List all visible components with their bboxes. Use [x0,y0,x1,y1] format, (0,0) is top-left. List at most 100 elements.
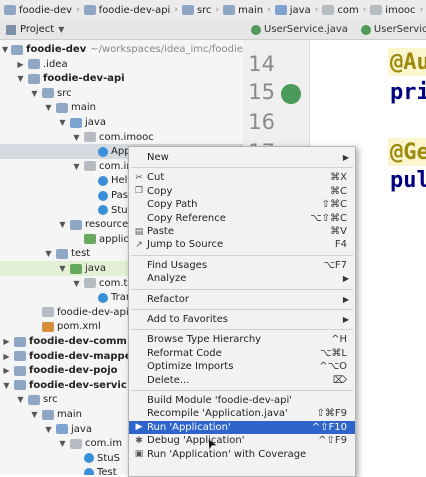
breadcrumb-item[interactable]: foodie-dev [0,5,76,16]
tree-item-label: foodie-dev-comm [29,336,127,347]
tree-item-label: com.imooc [99,131,154,143]
module-icon [14,380,26,391]
menu-item-paste[interactable]: ▤ Paste ⌘V [129,225,355,238]
expand-arrow-icon[interactable]: ▼ [16,74,25,83]
menu-item-debug-application[interactable]: ✱ Debug 'Application' ^⇧F9 [129,434,355,447]
package-icon [84,161,96,172]
menu-separator [131,167,353,169]
menu-item-label: Copy [147,185,173,197]
chevron-down-icon[interactable]: ▼ [58,25,64,34]
menu-item-copy-path[interactable]: Copy Path ⇧⌘C [129,198,355,211]
expand-arrow-icon[interactable]: ▼ [72,162,81,171]
editor-tab[interactable]: UserService.java [243,24,353,35]
menu-item-find-usages[interactable]: Find Usages ⌥F7 [129,259,355,272]
tree-item-label: src [57,87,72,99]
line-number: 14 [248,52,275,76]
folder-icon [322,5,335,15]
tree-item[interactable]: ▼ main [0,100,243,115]
expand-arrow-icon[interactable]: ▼ [58,118,67,127]
tree-item[interactable]: ▼ java [0,115,243,130]
tree-item-label: java [85,263,106,274]
menu-item-analyze[interactable]: Analyze ▶ [129,272,355,285]
menu-item-build-module-foodie-dev-api[interactable]: Build Module 'foodie-dev-api' [129,394,355,407]
menu-item-label: Cut [147,172,165,184]
collapse-arrow-icon[interactable]: ▶ [16,60,25,69]
collapse-arrow-icon[interactable]: ▶ [2,366,11,375]
editor-tab[interactable]: UserServiceImpl.ja [353,24,426,35]
menu-item-browse-type-hierarchy[interactable]: Browse Type Hierarchy ^H [129,333,355,346]
expand-arrow-icon[interactable]: ▼ [44,249,53,258]
expand-arrow-icon[interactable]: ▼ [16,395,25,404]
breadcrumb-label: foodie-dev-api [98,4,171,16]
menu-item-jump-to-source[interactable]: ↗ Jump to Source F4 [129,238,355,251]
menu-item-add-to-favorites[interactable]: Add to Favorites ▶ [129,313,355,326]
tree-item-label: .idea [43,58,68,70]
project-panel-title[interactable]: Project [20,24,54,35]
menu-item-label: Delete... [147,374,190,386]
menu-item-recompile-application-java[interactable]: Recompile 'Application.java' ⇧⌘F9 [129,407,355,420]
code-line: pul [390,168,426,193]
menu-item-copy-reference[interactable]: Copy Reference ⌥⇧⌘C [129,212,355,225]
breadcrumb-label: main [238,4,264,16]
menu-item-cut[interactable]: ✂ Cut ⌘X [129,171,355,184]
tree-item-label: java [71,423,92,435]
expand-arrow-icon[interactable]: ▼ [2,381,11,390]
code-line: pri [390,80,426,105]
menu-item-refactor[interactable]: Refactor ▶ [129,293,355,306]
menu-item-label: Add to Favorites [147,314,228,325]
scissors-icon: ✂ [135,172,143,183]
folder-icon [83,5,96,15]
menu-item-optimize-imports[interactable]: Optimize Imports ^⌥O [129,360,355,373]
expand-arrow-icon[interactable]: ▼ [58,439,67,448]
folder-icon [223,5,236,15]
folder-icon [28,59,40,70]
tree-item-label: com.im [85,438,123,450]
resource-icon [84,234,96,245]
menu-item-shortcut: ⌦ [332,374,347,386]
expand-arrow-icon[interactable]: ▼ [44,425,53,434]
menu-item-run-application-with-coverage[interactable]: ▣ Run 'Application' with Coverage [129,448,355,461]
breadcrumb-label: java [289,4,311,16]
run-gutter-icon[interactable] [281,84,301,104]
collapse-arrow-icon[interactable]: ▶ [2,352,11,361]
collapse-arrow-icon[interactable]: ▶ [2,337,11,346]
folder-icon [70,219,82,230]
expand-arrow-icon[interactable]: ▼ [44,103,53,112]
expand-arrow-icon[interactable]: ▼ [2,45,8,54]
tree-item[interactable]: ▼ src [0,86,243,101]
menu-item-delete[interactable]: Delete... ⌦ [129,374,355,387]
menu-item-new[interactable]: New ▶ [129,151,355,164]
menu-item-shortcut: ⇧⌘C [321,199,347,211]
expand-arrow-icon[interactable]: ▼ [30,89,39,98]
project-panel-header: Project ▼ [0,20,243,40]
menu-item-shortcut: ⌘C [330,185,347,197]
tree-item-label: StuS [97,452,120,464]
expand-arrow-icon[interactable]: ▼ [72,133,81,142]
expand-arrow-icon[interactable]: ▼ [58,264,67,273]
tree-item[interactable]: ▼ foodie-dev~/workspaces/idea_imc/foodie-… [0,42,243,57]
expand-arrow-icon[interactable]: ▼ [72,279,81,288]
tree-item-label: main [71,102,96,114]
expand-arrow-icon[interactable]: ▼ [30,410,39,419]
menu-item-copy[interactable]: ❐ Copy ⌘C [129,185,355,198]
tree-item[interactable]: ▶ .idea [0,57,243,72]
module-icon [14,351,26,362]
breadcrumb-item[interactable]: imooc [366,5,419,16]
menu-item-label: Optimize Imports [147,361,234,373]
class-icon [98,292,108,303]
breadcrumb-item[interactable]: com [318,5,362,16]
menu-item-shortcut: ⌘X [330,172,347,184]
breadcrumb-item[interactable]: main [219,5,267,16]
submenu-arrow-icon: ▶ [342,153,349,162]
expand-arrow-icon[interactable]: ▼ [58,220,67,229]
tree-item[interactable]: ▼ foodie-dev-api [0,71,243,86]
menu-item-run-application[interactable]: ▶ Run 'Application' ^⇧F10 [129,420,355,434]
breadcrumb-item[interactable]: src [178,5,216,16]
submenu-arrow-icon: ▶ [342,315,349,324]
tree-item[interactable]: ▼ com.imooc [0,130,243,145]
menu-item-label: Debug 'Application' [147,435,245,447]
menu-item-label: Paste [147,226,174,237]
breadcrumb-item[interactable]: java [271,5,315,16]
menu-item-reformat-code[interactable]: Reformat Code ⌥⌘L [129,347,355,360]
breadcrumb-item[interactable]: foodie-dev-api [80,5,175,16]
